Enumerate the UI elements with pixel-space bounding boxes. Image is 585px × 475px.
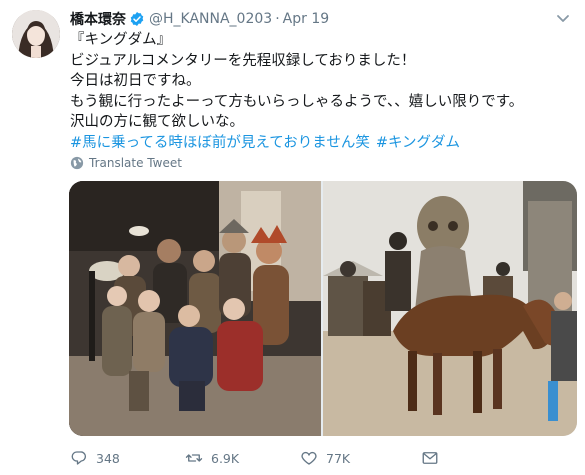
tweet-text-line: 沢山の方に観て欲しいな。 [70,114,244,130]
tweet-text-line: もう観に行ったよーって方もいらっしゃるようで、、嬉しい限りです。 [70,93,524,110]
tweet-text-line: ビジュアルコメンタリーを先程収録しておりました！ [70,52,416,69]
hashtag-line: #馬に乗ってる時ほぼ前が見えておりません笑 #キングダム [70,133,570,154]
reply-count: 348 [96,450,120,466]
header-separator: · [275,11,280,27]
mail-icon [422,452,438,464]
tweet-date[interactable]: Apr 19 [283,11,329,27]
tweet-card: 橋本環奈 @H_KANNA_0203 · Apr 19 『キングダム』 ビジュア… [0,0,585,475]
tweet-actions: 348 6.9K 77K [70,446,540,470]
translate-tweet-button[interactable]: Translate Tweet [70,155,182,171]
like-count: 77K [326,450,351,466]
media-gallery [69,181,577,436]
user-handle[interactable]: @H_KANNA_0203 [149,11,272,27]
heart-icon [301,451,317,465]
tweet-header: 橋本環奈 @H_KANNA_0203 · Apr 19 [70,8,329,30]
reply-icon [71,451,87,465]
tweet-text-line: 今日は初日ですね。 [70,73,201,89]
photo-horse-rider[interactable] [323,181,577,436]
chevron-down-icon[interactable] [555,10,571,26]
retweet-icon [185,454,203,462]
globe-icon [70,156,84,170]
like-button[interactable]: 77K [300,449,415,467]
avatar[interactable] [12,10,60,58]
tweet-text: 『キングダム』 ビジュアルコメンタリーを先程収録しておりました！ 今日は初日です… [70,30,570,153]
retweet-button[interactable]: 6.9K [185,449,300,467]
retweet-count: 6.9K [211,450,240,466]
display-name[interactable]: 橋本環奈 [70,9,126,29]
reply-button[interactable]: 348 [70,449,185,467]
share-button[interactable] [421,449,447,467]
hashtag-link[interactable]: #馬に乗ってる時ほぼ前が見えておりません笑 [70,135,370,151]
verified-badge-icon [129,11,145,27]
photo-cast-group[interactable] [69,181,321,436]
translate-label: Translate Tweet [89,156,182,170]
hashtag-link[interactable]: #キングダム [376,135,460,151]
tweet-text-line: 『キングダム』 [70,32,172,48]
